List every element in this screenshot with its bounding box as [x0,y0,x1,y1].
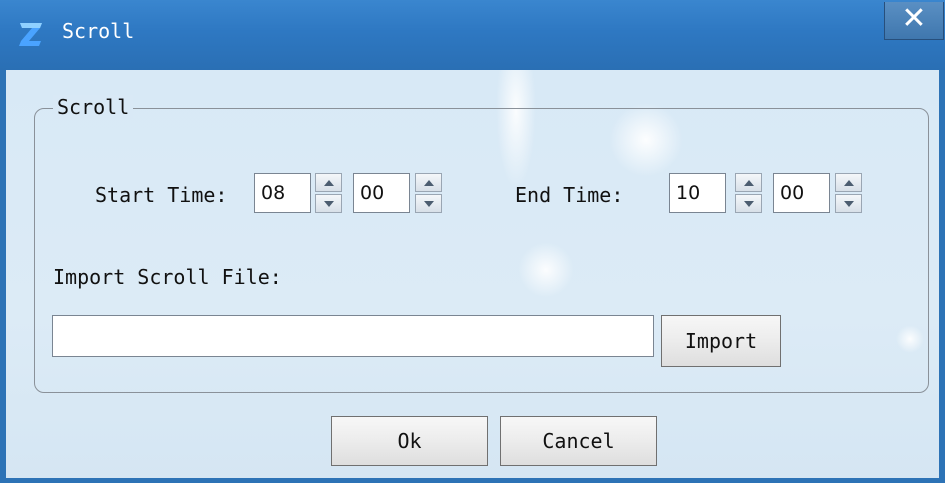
arrow-up-icon [324,180,334,186]
arrow-up-icon [844,180,854,186]
window-title: Scroll [62,19,135,43]
start-hour-spinner[interactable] [315,173,342,213]
arrow-up-icon [744,180,754,186]
arrow-up-icon [424,180,434,186]
end-minute-field[interactable]: 00 [773,173,830,213]
import-file-path-input[interactable] [52,315,654,357]
groupbox-title: Scroll [53,95,134,119]
start-hour-field[interactable]: 08 [254,173,311,213]
import-button[interactable]: Import [661,315,781,367]
spin-up-button[interactable] [835,173,862,192]
end-time-label: End Time: [515,183,624,207]
arrow-down-icon [844,201,854,207]
close-button[interactable]: ✕ [884,2,944,40]
arrow-down-icon [424,201,434,207]
app-logo-icon [19,23,42,46]
cancel-button[interactable]: Cancel [500,416,657,466]
import-file-label: Import Scroll File: [53,265,282,289]
arrow-down-icon [324,201,334,207]
start-minute-field[interactable]: 00 [353,173,410,213]
spin-up-button[interactable] [735,173,762,192]
spin-down-button[interactable] [835,194,862,213]
ok-button[interactable]: Ok [331,416,488,466]
spin-up-button[interactable] [415,173,442,192]
end-hour-field[interactable]: 10 [669,173,726,213]
dialog-client-area: Scroll Start Time: 08 00 End Time: 10 00 [6,70,939,478]
spin-down-button[interactable] [735,194,762,213]
spin-up-button[interactable] [315,173,342,192]
end-hour-spinner[interactable] [735,173,762,213]
start-time-label: Start Time: [95,183,228,207]
end-minute-spinner[interactable] [835,173,862,213]
spin-down-button[interactable] [415,194,442,213]
arrow-down-icon [744,201,754,207]
title-bar[interactable]: Scroll ✕ [0,0,945,70]
spin-down-button[interactable] [315,194,342,213]
scroll-dialog: Scroll ✕ Scroll Start Time: 08 00 End Ti… [0,0,945,483]
start-minute-spinner[interactable] [415,173,442,213]
